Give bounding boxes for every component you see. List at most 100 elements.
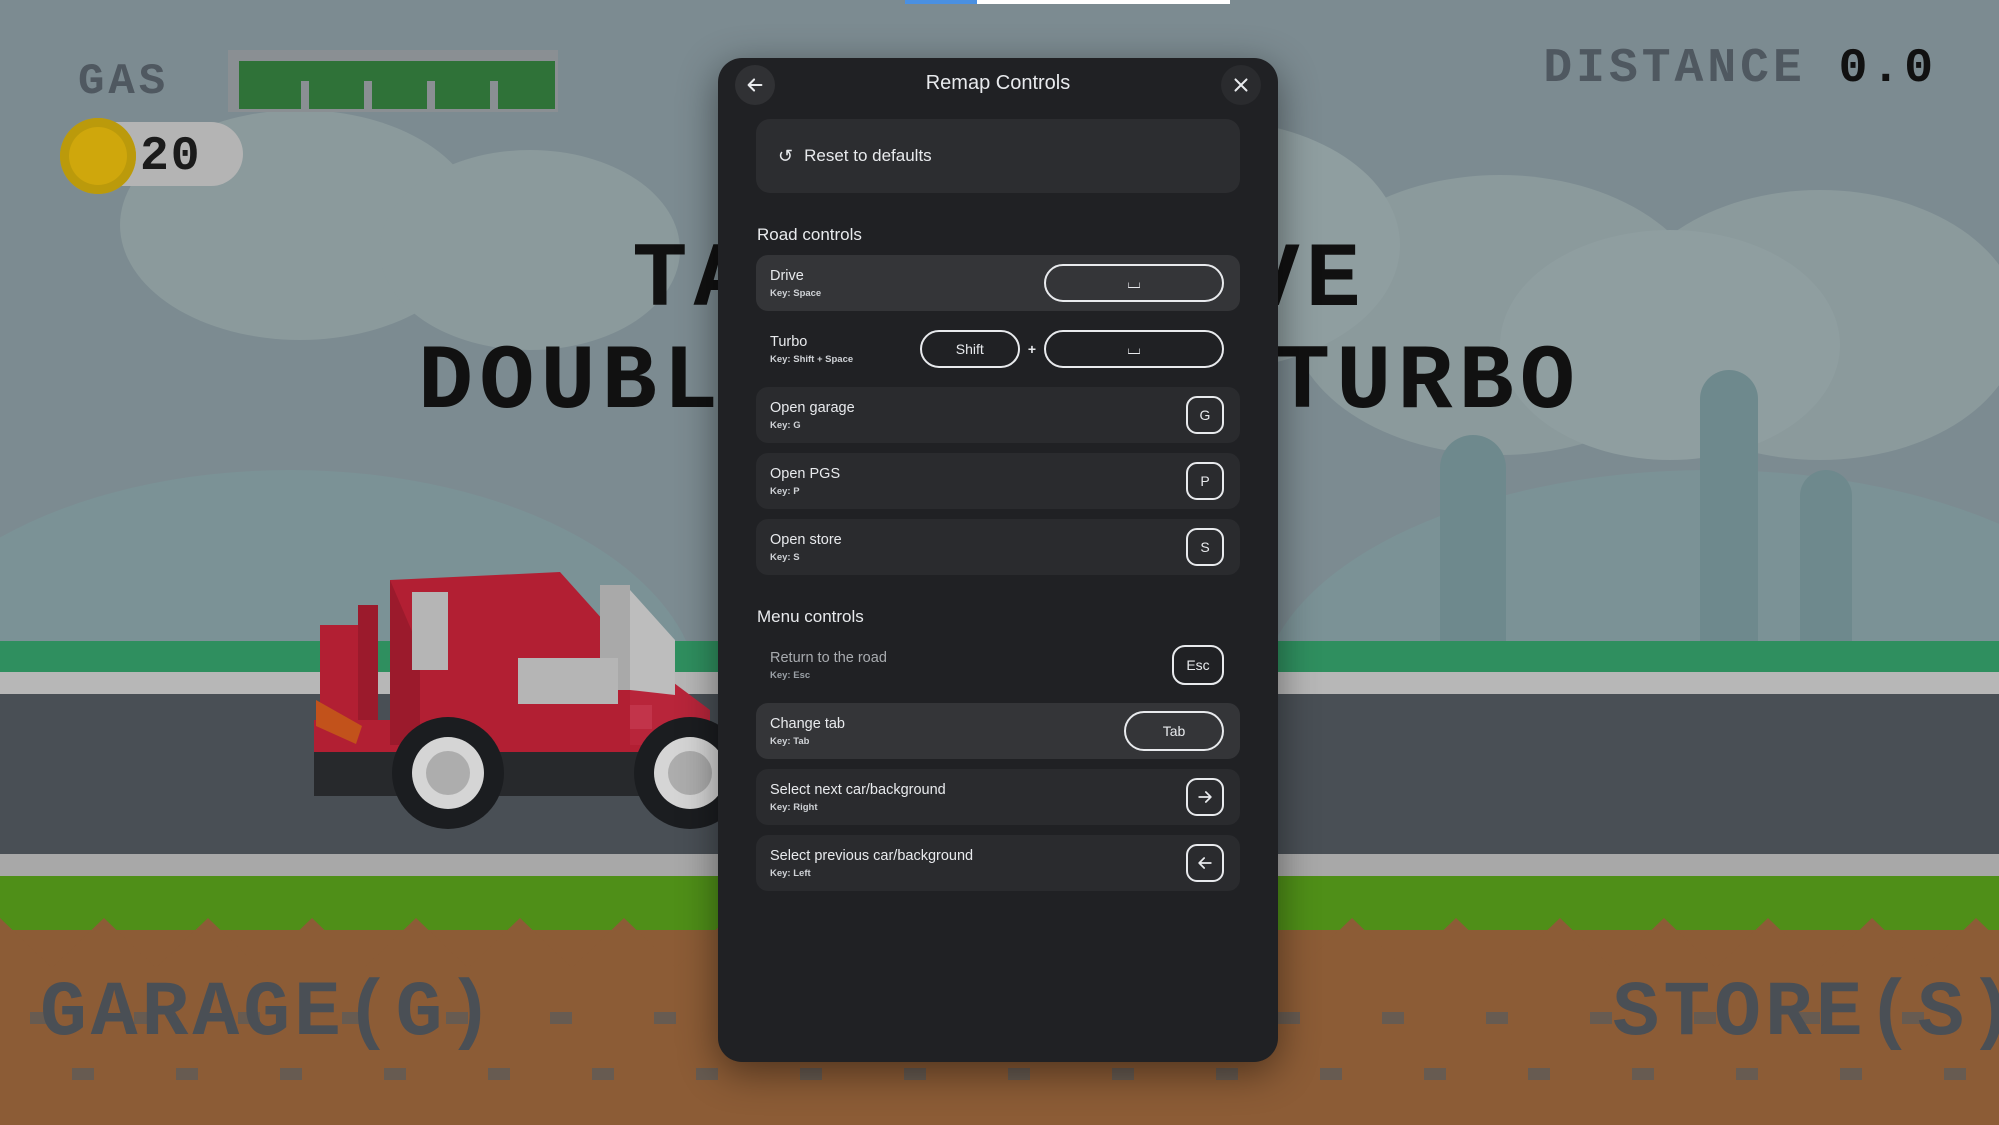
- control-row-text: Select previous car/background Key: Left: [770, 847, 973, 878]
- dirt-tooth: [52, 918, 156, 968]
- control-row[interactable]: Select next car/background Key: Right: [756, 769, 1240, 825]
- control-current-key: Key: G: [770, 419, 801, 431]
- keycap-space[interactable]: ⌴: [1044, 264, 1224, 302]
- coin-count-value: 20: [140, 130, 202, 184]
- dirt-tooth: [1820, 918, 1924, 968]
- control-row[interactable]: Open store Key: S S: [756, 519, 1240, 575]
- control-label: Return to the road: [770, 650, 887, 667]
- dirt-pebble: [550, 1012, 572, 1024]
- keycap-tab[interactable]: Tab: [1124, 711, 1224, 751]
- section-title: Menu controls: [757, 607, 864, 626]
- gas-tick: [427, 81, 435, 109]
- gas-bar: [228, 50, 558, 112]
- keycap-g[interactable]: G: [1186, 396, 1224, 434]
- dirt-tooth: [156, 918, 260, 968]
- keycap-group: G: [1186, 396, 1224, 434]
- keycap-left[interactable]: [1186, 844, 1224, 882]
- dirt-pebble: [1320, 1068, 1342, 1080]
- dirt-pebble: [1528, 1068, 1550, 1080]
- control-row[interactable]: Change tab Key: Tab Tab: [756, 703, 1240, 759]
- dirt-tooth: [260, 918, 364, 968]
- control-row[interactable]: Open garage Key: G G: [756, 387, 1240, 443]
- dirt-pebble: [488, 1068, 510, 1080]
- dirt-pebble: [1840, 1068, 1862, 1080]
- control-label: Open PGS: [770, 466, 841, 483]
- control-label: Select previous car/background: [770, 848, 974, 865]
- keycap-s[interactable]: S: [1186, 528, 1224, 566]
- dirt-pebble: [592, 1068, 614, 1080]
- control-row-text: Open garage Key: G: [770, 399, 855, 430]
- keycap-space[interactable]: ⌴: [1044, 330, 1224, 368]
- store-label[interactable]: STORE(S): [1613, 970, 1999, 1058]
- keycap-group: [1186, 778, 1224, 816]
- gas-tick: [364, 81, 372, 109]
- dirt-tooth: [364, 918, 468, 968]
- gas-tick: [301, 81, 309, 109]
- silo-shape: [1440, 435, 1506, 675]
- control-row-text: Return to the road Key: Esc: [770, 649, 887, 680]
- control-row[interactable]: Open PGS Key: P P: [756, 453, 1240, 509]
- control-label: Open garage: [770, 400, 855, 417]
- dialog-title: Remap Controls: [925, 72, 1071, 94]
- control-current-key: Key: Left: [770, 867, 811, 879]
- gas-tick: [490, 81, 498, 109]
- dirt-pebble: [1632, 1068, 1654, 1080]
- keycap-label: ⌴: [1127, 273, 1141, 292]
- distance-readout: DISTANCE 0.0: [1543, 42, 1937, 96]
- control-label: Turbo: [770, 334, 808, 351]
- keycap-label: ⌴: [1127, 339, 1141, 358]
- key-combo-plus: +: [1027, 341, 1036, 357]
- garage-label[interactable]: GARAGE(G): [40, 970, 497, 1058]
- dirt-pebble: [384, 1068, 406, 1080]
- reset-icon: ↺: [778, 145, 794, 166]
- dialog-body[interactable]: ↺ Reset to defaults Road controls Drive Ke…: [718, 116, 1278, 1062]
- control-row-text: Open PGS Key: P: [770, 465, 840, 496]
- close-icon: [1234, 78, 1248, 92]
- keycap-label: G: [1199, 407, 1211, 423]
- dirt-tooth: [0, 918, 52, 968]
- keycap-shift[interactable]: Shift: [919, 330, 1020, 368]
- keycap-p[interactable]: P: [1186, 462, 1224, 500]
- dirt-pebble: [72, 1068, 94, 1080]
- control-row[interactable]: Drive Key: Space ⌴: [756, 255, 1240, 311]
- control-current-key: Key: Space: [770, 287, 822, 299]
- control-current-key: Key: S: [770, 551, 800, 563]
- dirt-tooth: [1716, 918, 1820, 968]
- control-row[interactable]: Return to the road Key: Esc Esc: [756, 637, 1240, 693]
- control-label: Select next car/background: [770, 782, 946, 799]
- close-button[interactable]: [1221, 65, 1261, 105]
- dirt-pebble: [654, 1012, 676, 1024]
- remap-controls-dialog: Remap Controls ↺ Reset to defaults Road …: [718, 58, 1278, 1062]
- control-row[interactable]: Turbo Key: Shift + Space Shift + ⌴: [756, 321, 1240, 377]
- dirt-pebble: [1382, 1012, 1404, 1024]
- control-row-text: Select next car/background Key: Right: [770, 781, 946, 812]
- keycap-group: P: [1186, 462, 1224, 500]
- coin-slot-icon: [92, 138, 105, 174]
- keycap-label: Shift: [955, 341, 984, 357]
- dirt-pebble: [1486, 1012, 1508, 1024]
- control-row[interactable]: Select previous car/background Key: Left: [756, 835, 1240, 891]
- dialog-header: Remap Controls: [718, 58, 1278, 116]
- dirt-pebble: [1112, 1068, 1134, 1080]
- control-label: Drive: [770, 268, 804, 285]
- keycap-group: Tab: [1124, 711, 1224, 751]
- gas-bar-fill: [239, 61, 555, 109]
- keycap-group: S: [1186, 528, 1224, 566]
- control-label: Change tab: [770, 716, 845, 733]
- arrow-left-icon: [1198, 857, 1212, 869]
- dirt-tooth: [468, 918, 572, 968]
- keycap-group: Esc: [1172, 645, 1224, 685]
- page-progress-fill: [905, 0, 977, 4]
- dirt-pebble: [1944, 1068, 1966, 1080]
- control-current-key: Key: P: [770, 485, 800, 497]
- keycap-right[interactable]: [1186, 778, 1224, 816]
- reset-to-defaults-button[interactable]: ↺ Reset to defaults: [756, 119, 1240, 193]
- keycap-label: Tab: [1162, 723, 1186, 739]
- control-row-text: Drive Key: Space: [770, 267, 821, 298]
- controls-sections: Road controls Drive Key: Space ⌴ Turbo Key: S…: [756, 225, 1240, 891]
- control-row-text: Open store Key: S: [770, 531, 842, 562]
- dirt-pebble: [1008, 1068, 1030, 1080]
- keycap-esc[interactable]: Esc: [1172, 645, 1224, 685]
- dirt-tooth: [1300, 918, 1404, 968]
- dirt-pebble: [1216, 1068, 1238, 1080]
